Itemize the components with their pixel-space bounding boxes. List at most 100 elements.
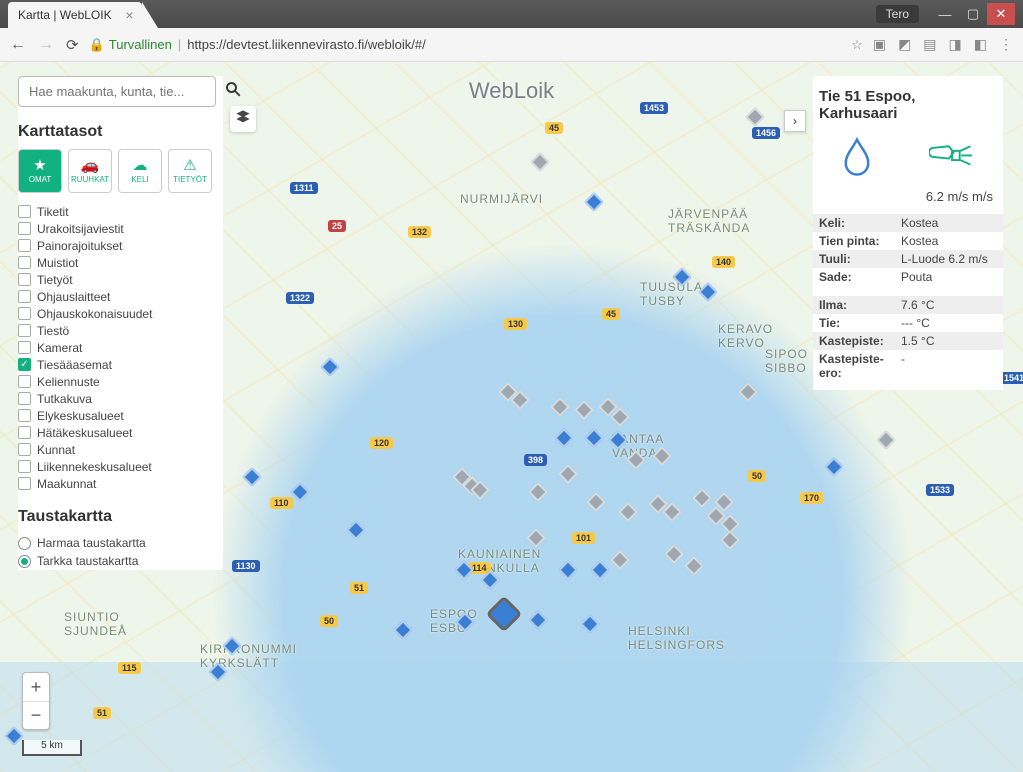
close-tab-icon[interactable]: × (125, 7, 133, 23)
zoom-in-button[interactable]: + (23, 673, 49, 701)
url-box[interactable]: 🔒 Turvallinen | https://devtest.liikenne… (89, 37, 842, 53)
weather-station-marker[interactable] (393, 620, 413, 640)
layer-checkbox-row[interactable]: Keliennuste (18, 373, 223, 390)
layer-checkbox-row[interactable]: Liikennekeskusalueet (18, 458, 223, 475)
ext-icon-3[interactable]: ▤ (923, 36, 936, 53)
layers-toggle-button[interactable] (230, 106, 256, 132)
layer-checkbox-row[interactable]: Kamerat (18, 339, 223, 356)
layer-checkbox-row[interactable]: Tietyöt (18, 271, 223, 288)
checkbox[interactable] (18, 307, 31, 320)
weather-station-marker[interactable] (692, 488, 712, 508)
ext-icon-5[interactable]: ◧ (974, 36, 987, 53)
checkbox[interactable] (18, 256, 31, 269)
checkbox[interactable] (18, 409, 31, 422)
weather-station-marker[interactable] (242, 467, 262, 487)
ext-icon-4[interactable]: ◨ (949, 36, 962, 53)
weather-station-marker[interactable] (580, 614, 600, 634)
basemap-radio-row[interactable]: Tarkka taustakartta (18, 552, 223, 570)
radio[interactable] (18, 537, 31, 550)
weather-station-marker[interactable] (528, 610, 548, 630)
checkbox[interactable] (18, 460, 31, 473)
layer-button-tietyöt[interactable]: ⚠TIETYÖT (168, 149, 212, 193)
checkbox[interactable] (18, 375, 31, 388)
weather-station-marker[interactable] (584, 192, 604, 212)
zoom-out-button[interactable]: − (23, 701, 49, 729)
weather-station-marker[interactable] (290, 482, 310, 502)
weather-station-marker[interactable] (574, 400, 594, 420)
window-maximize-button[interactable]: ▢ (959, 3, 987, 25)
checkbox[interactable] (18, 290, 31, 303)
weather-station-marker[interactable] (610, 550, 630, 570)
weather-station-marker[interactable] (558, 464, 578, 484)
reload-icon[interactable]: ⟳ (66, 36, 79, 54)
weather-station-marker[interactable] (698, 282, 718, 302)
checkbox[interactable] (18, 205, 31, 218)
checkbox[interactable] (18, 324, 31, 337)
weather-station-marker[interactable] (208, 662, 228, 682)
checkbox[interactable] (18, 239, 31, 252)
weather-station-marker[interactable] (745, 107, 765, 127)
ext-icon-2[interactable]: ◩ (898, 36, 911, 53)
weather-station-marker[interactable] (554, 428, 574, 448)
checkbox[interactable] (18, 426, 31, 439)
layer-checkbox-row[interactable]: Kunnat (18, 441, 223, 458)
layer-checkbox-row[interactable]: Tutkakuva (18, 390, 223, 407)
layer-checkbox-row[interactable]: Ohjauslaitteet (18, 288, 223, 305)
search-icon[interactable] (224, 80, 242, 103)
layer-checkbox-row[interactable]: Ohjauskokonaisuudet (18, 305, 223, 322)
weather-station-marker[interactable] (824, 457, 844, 477)
weather-station-marker[interactable] (738, 382, 758, 402)
search-input[interactable] (18, 76, 216, 107)
browser-tab[interactable]: Kartta | WebLOIK × (8, 2, 142, 28)
weather-station-marker[interactable] (528, 482, 548, 502)
layer-checkbox-row[interactable]: Tiketit (18, 203, 223, 220)
layer-checkbox-row[interactable]: Muistiot (18, 254, 223, 271)
radio[interactable] (18, 555, 31, 568)
layer-checkbox-row[interactable]: Urakoitsijaviestit (18, 220, 223, 237)
weather-station-marker[interactable] (626, 450, 646, 470)
menu-icon[interactable]: ⋮ (999, 36, 1013, 53)
layer-checkbox-row[interactable]: Maakunnat (18, 475, 223, 492)
weather-station-marker[interactable] (684, 556, 704, 576)
weather-station-marker[interactable] (664, 544, 684, 564)
ext-icon-1[interactable]: ▣ (873, 36, 886, 53)
weather-station-marker[interactable] (526, 528, 546, 548)
layer-button-ruuhkat[interactable]: 🚗RUUHKAT (68, 149, 112, 193)
layer-button-omat[interactable]: ★OMAT (18, 149, 62, 193)
weather-station-marker-selected[interactable] (490, 600, 518, 628)
layer-checkbox-row[interactable]: ✓Tiesääasemat (18, 356, 223, 373)
forward-icon[interactable]: → (38, 36, 54, 54)
weather-station-marker[interactable] (876, 430, 896, 450)
weather-station-marker[interactable] (530, 152, 550, 172)
layer-checkbox-row[interactable]: Tiestö (18, 322, 223, 339)
checkbox[interactable] (18, 443, 31, 456)
weather-station-marker[interactable] (222, 636, 242, 656)
weather-station-marker[interactable] (558, 560, 578, 580)
layer-checkbox-row[interactable]: Painorajoitukset (18, 237, 223, 254)
window-minimize-button[interactable]: — (931, 3, 959, 25)
weather-station-marker[interactable] (672, 267, 692, 287)
star-icon[interactable]: ☆ (851, 37, 863, 53)
weather-station-marker[interactable] (455, 612, 475, 632)
weather-station-marker[interactable] (590, 560, 610, 580)
checkbox[interactable] (18, 341, 31, 354)
weather-station-marker[interactable] (346, 520, 366, 540)
layer-checkbox-row[interactable]: Hätäkeskusalueet (18, 424, 223, 441)
checkbox[interactable] (18, 477, 31, 490)
weather-station-marker[interactable] (720, 530, 740, 550)
checkbox[interactable] (18, 392, 31, 405)
weather-station-marker[interactable] (4, 726, 24, 746)
checkbox[interactable] (18, 273, 31, 286)
window-close-button[interactable]: ✕ (987, 3, 1015, 25)
weather-station-marker[interactable] (652, 446, 672, 466)
checkbox[interactable] (18, 222, 31, 235)
weather-station-marker[interactable] (608, 430, 628, 450)
basemap-radio-row[interactable]: Harmaa taustakartta (18, 534, 223, 552)
weather-station-marker[interactable] (618, 502, 638, 522)
weather-station-marker[interactable] (586, 492, 606, 512)
checkbox[interactable]: ✓ (18, 358, 31, 371)
weather-station-marker[interactable] (320, 357, 340, 377)
weather-station-marker[interactable] (550, 397, 570, 417)
layer-button-keli[interactable]: ☁KELI (118, 149, 162, 193)
collapse-info-panel-button[interactable]: › (784, 110, 806, 132)
